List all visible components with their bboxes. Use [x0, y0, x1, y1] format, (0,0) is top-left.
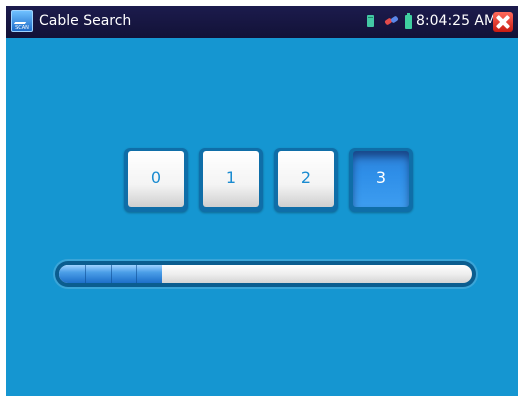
sd-card-icon	[367, 15, 374, 27]
page-title: Cable Search	[39, 13, 132, 29]
channel-label: 3	[353, 151, 409, 207]
progress-fill	[59, 265, 162, 283]
progress-segment-divider	[136, 265, 137, 283]
clock: 8:04:25 AM	[416, 13, 497, 29]
channel-button-3[interactable]: 3	[349, 148, 413, 212]
channel-selector: 0 1 2 3	[124, 148, 414, 214]
app-icon-label: SCAN	[15, 25, 29, 31]
channel-label: 2	[278, 151, 334, 207]
channel-button-0[interactable]: 0	[124, 148, 188, 212]
cable-search-screen: SCAN Cable Search 8:04:25 AM 0 1 2 3	[6, 6, 518, 396]
search-progress-bar	[55, 261, 476, 287]
battery-icon	[405, 13, 412, 29]
scan-app-icon: SCAN	[11, 10, 33, 32]
channel-label: 0	[128, 151, 184, 207]
close-button[interactable]	[493, 12, 513, 32]
title-bar: SCAN Cable Search 8:04:25 AM	[6, 6, 518, 38]
channel-button-1[interactable]: 1	[199, 148, 263, 212]
progress-segment-divider	[85, 265, 86, 283]
progress-segment-divider	[111, 265, 112, 283]
channel-label: 1	[203, 151, 259, 207]
progress-track	[59, 265, 472, 283]
pen-icon	[13, 15, 32, 24]
channel-button-2[interactable]: 2	[274, 148, 338, 212]
link-icon	[384, 15, 399, 26]
